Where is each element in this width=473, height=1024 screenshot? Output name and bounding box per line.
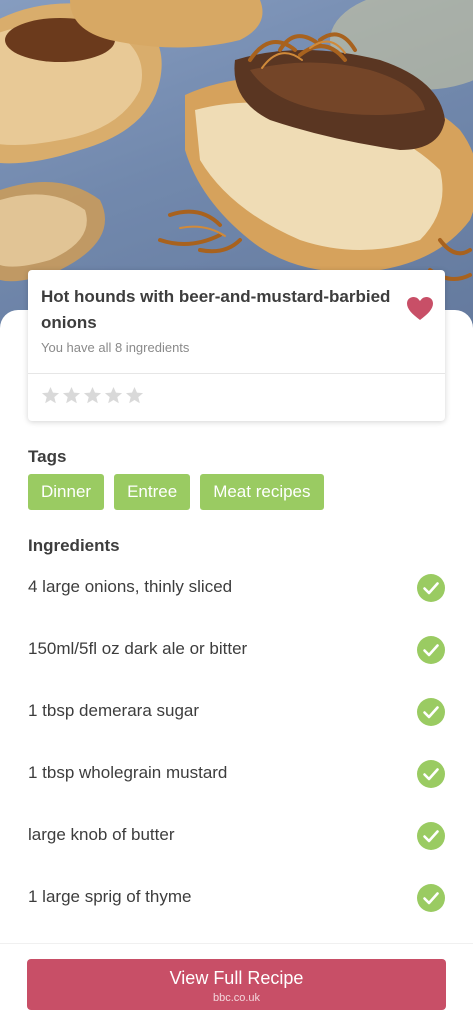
cta-source: bbc.co.uk [212, 992, 261, 1004]
list-item: 1 tbsp demerara sugar [0, 682, 473, 744]
star-icon[interactable] [125, 386, 144, 405]
favorite-heart-icon[interactable] [406, 296, 434, 322]
list-item: 4 large onions, thinly sliced [0, 558, 473, 620]
card-divider [28, 373, 445, 374]
ingredient-text: 1 large sprig of thyme [28, 887, 192, 906]
star-rating[interactable] [41, 386, 144, 405]
recipe-title: Hot hounds with beer-and-mustard-barbied… [41, 287, 391, 332]
ingredients-heading: Ingredients [28, 536, 120, 555]
check-circle-icon [417, 884, 445, 912]
tag-dinner[interactable]: Dinner [28, 474, 105, 510]
check-circle-icon [417, 760, 445, 788]
view-full-recipe-button[interactable]: View Full Recipe bbc.co.uk [27, 959, 446, 1010]
check-circle-icon [417, 574, 445, 602]
tags-heading: Tags [28, 447, 67, 466]
list-item: 150ml/5fl oz dark ale or bitter [0, 620, 473, 682]
star-icon[interactable] [41, 386, 60, 405]
cta-label: View Full Recipe [169, 968, 304, 988]
tags-list: Dinner Entree Meat recipes [28, 474, 324, 510]
list-item: large knob of butter [0, 806, 473, 868]
ingredients-availability: You have all 8 ingredients [41, 340, 190, 355]
star-icon[interactable] [83, 386, 102, 405]
list-item: 1 tbsp wholegrain mustard [0, 744, 473, 806]
ingredient-text: 4 large onions, thinly sliced [28, 577, 233, 596]
list-item: 1 large sprig of thyme [0, 868, 473, 930]
ingredient-text: 1 tbsp demerara sugar [28, 701, 200, 720]
star-icon[interactable] [62, 386, 81, 405]
ingredient-text: large knob of butter [28, 825, 175, 844]
check-circle-icon [417, 822, 445, 850]
star-icon[interactable] [104, 386, 123, 405]
footer-divider [0, 943, 473, 944]
tag-meat-recipes[interactable]: Meat recipes [200, 474, 324, 510]
tag-entree[interactable]: Entree [114, 474, 191, 510]
ingredient-text: 1 tbsp wholegrain mustard [28, 763, 228, 782]
check-circle-icon [417, 636, 445, 664]
recipe-title-card: Hot hounds with beer-and-mustard-barbied… [28, 270, 445, 421]
check-circle-icon [417, 698, 445, 726]
ingredient-text: 150ml/5fl oz dark ale or bitter [28, 639, 248, 658]
ingredients-list: 4 large onions, thinly sliced 150ml/5fl … [0, 558, 473, 930]
